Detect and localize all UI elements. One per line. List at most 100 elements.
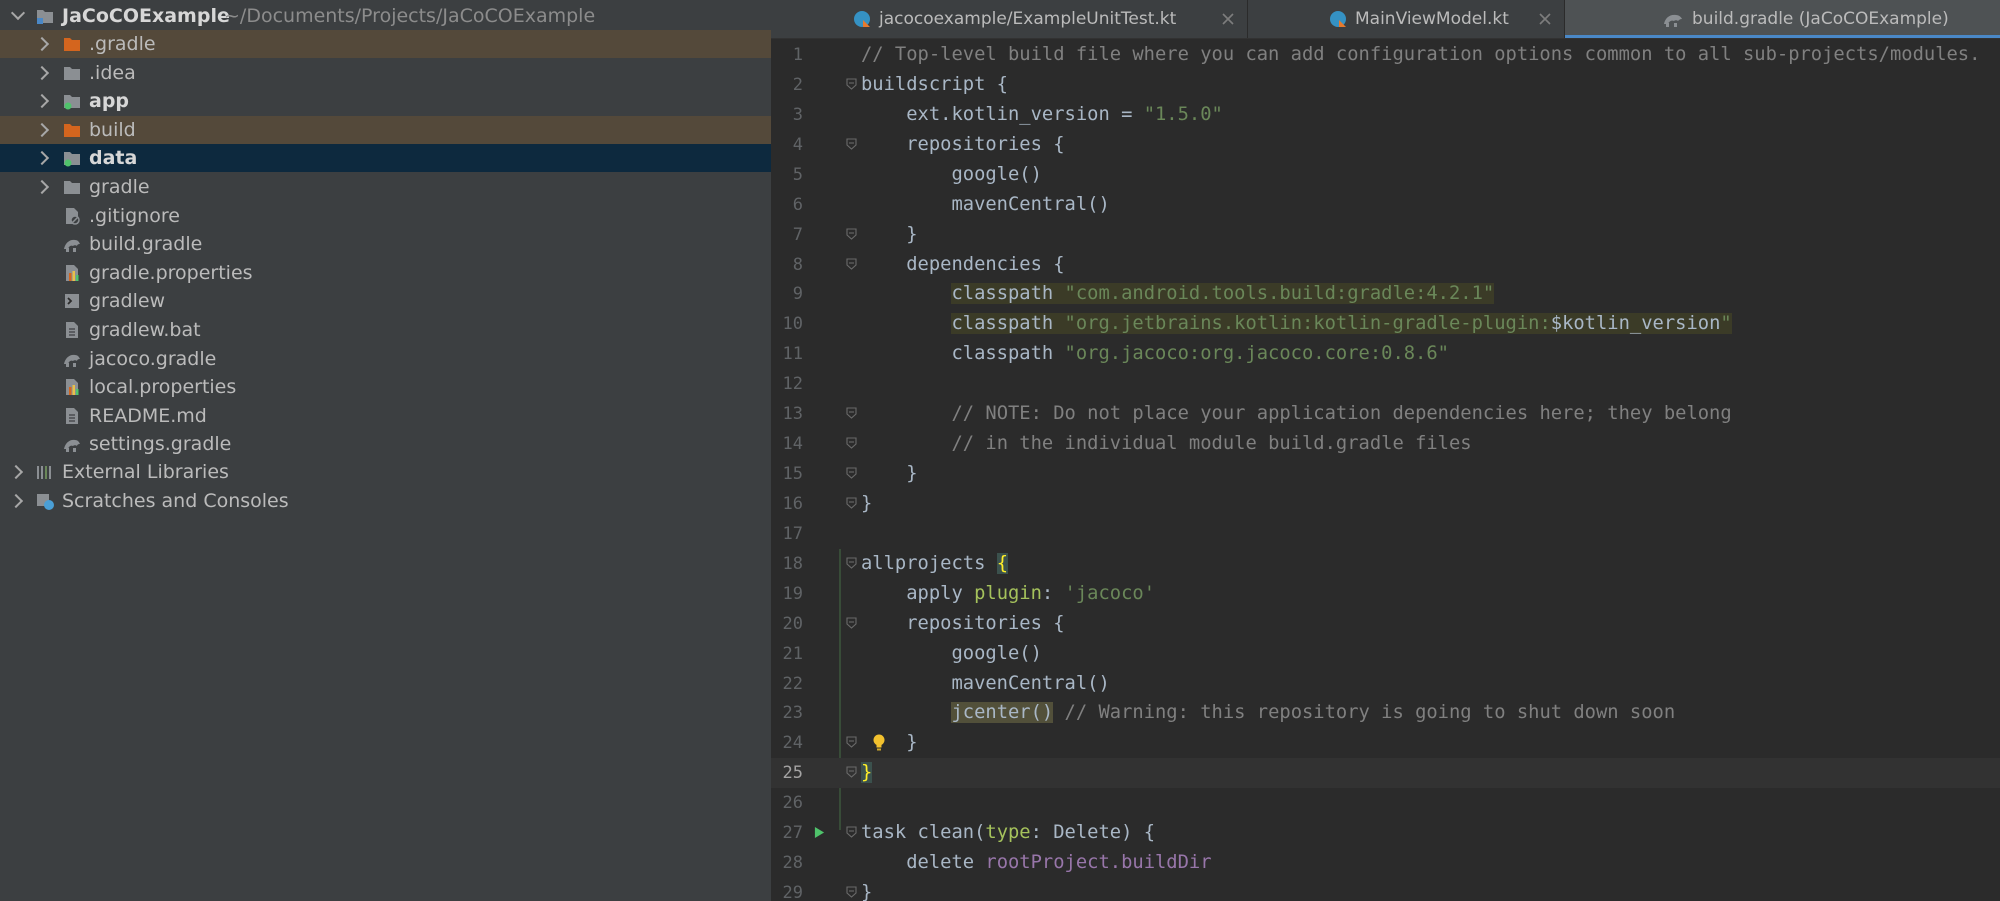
fold-marker-icon[interactable] bbox=[846, 886, 857, 898]
line-number[interactable]: 4 bbox=[771, 130, 803, 160]
line-number[interactable]: 24 bbox=[771, 728, 803, 758]
fold-marker-icon[interactable] bbox=[846, 467, 857, 479]
code-line[interactable]: 20 repositories { bbox=[771, 609, 2000, 639]
tree-item[interactable]: data bbox=[0, 144, 771, 173]
code-line[interactable]: 22 mavenCentral() bbox=[771, 669, 2000, 699]
code-line[interactable]: 15 } bbox=[771, 459, 2000, 489]
line-number[interactable]: 6 bbox=[771, 190, 803, 220]
tree-external-libraries[interactable]: External Libraries bbox=[0, 458, 771, 486]
chevron-right-icon[interactable] bbox=[34, 179, 50, 195]
tree-item[interactable]: gradle.properties bbox=[0, 259, 771, 287]
tree-item[interactable]: .gradle bbox=[0, 30, 771, 58]
code-line[interactable]: 10 classpath "org.jetbrains.kotlin:kotli… bbox=[771, 309, 2000, 339]
line-number[interactable]: 5 bbox=[771, 160, 803, 190]
fold-marker-icon[interactable] bbox=[846, 766, 857, 779]
line-number[interactable]: 26 bbox=[771, 788, 803, 818]
chevron-right-icon[interactable] bbox=[34, 94, 50, 109]
fold-marker-icon[interactable] bbox=[846, 736, 857, 749]
tree-item[interactable]: .idea bbox=[0, 59, 771, 87]
line-number[interactable]: 28 bbox=[771, 848, 803, 878]
tab-mainviewmodel[interactable]: MainViewModel.kt bbox=[1248, 0, 1564, 38]
code-line[interactable]: 6 mavenCentral() bbox=[771, 190, 2000, 220]
line-number[interactable]: 1 bbox=[771, 40, 803, 70]
code-line[interactable]: 25} bbox=[771, 758, 2000, 789]
fold-marker-icon[interactable] bbox=[846, 407, 857, 419]
code-line[interactable]: 14 // in the individual module build.gra… bbox=[771, 429, 2000, 459]
code-line[interactable]: 11 classpath "org.jacoco:org.jacoco.core… bbox=[771, 339, 2000, 369]
code-area[interactable]: 1 // Top-level build file where you can a… bbox=[771, 38, 2000, 901]
line-number[interactable]: 20 bbox=[771, 609, 803, 639]
tree-scratches[interactable]: Scratches and Consoles bbox=[0, 487, 771, 515]
line-number[interactable]: 15 bbox=[771, 459, 803, 489]
code-line[interactable]: 7 } bbox=[771, 220, 2000, 250]
chevron-right-icon[interactable] bbox=[34, 36, 50, 52]
line-number[interactable]: 11 bbox=[771, 339, 803, 369]
code-line[interactable]: 21 google() bbox=[771, 639, 2000, 669]
line-number[interactable]: 22 bbox=[771, 669, 803, 699]
tree-item[interactable]: settings.gradle bbox=[0, 430, 771, 458]
line-number[interactable]: 10 bbox=[771, 309, 803, 339]
code-line[interactable]: 8 dependencies { bbox=[771, 250, 2000, 280]
tab-exampleunittest[interactable]: jacocoexample/ExampleUnitTest.kt bbox=[771, 0, 1247, 38]
fold-marker-icon[interactable] bbox=[846, 557, 857, 569]
line-number[interactable]: 8 bbox=[771, 250, 803, 280]
code-line[interactable]: 3 ext.kotlin_version = "1.5.0" bbox=[771, 100, 2000, 130]
tree-root-row[interactable]: JaCoCOExample ~/Documents/Projects/JaCoC… bbox=[0, 2, 771, 30]
code-line[interactable]: 17 bbox=[771, 519, 2000, 549]
code-line[interactable]: 24 } bbox=[771, 728, 2000, 758]
code-line[interactable]: 13 // NOTE: Do not place your applicatio… bbox=[771, 399, 2000, 429]
line-number[interactable]: 29 bbox=[771, 878, 803, 901]
code-line[interactable]: 9 classpath "com.android.tools.build:gra… bbox=[771, 279, 2000, 309]
line-number[interactable]: 16 bbox=[771, 489, 803, 519]
tree-item[interactable]: gradlew.bat bbox=[0, 316, 771, 344]
fold-marker-icon[interactable] bbox=[846, 78, 857, 90]
tab-build-gradle[interactable]: build.gradle (JaCoCOExample) bbox=[1565, 0, 2000, 38]
code-line[interactable]: 26 bbox=[771, 788, 2000, 818]
line-number[interactable]: 3 bbox=[771, 100, 803, 130]
project-tree[interactable]: JaCoCOExample ~/Documents/Projects/JaCoC… bbox=[0, 0, 771, 901]
chevron-down-icon[interactable] bbox=[10, 5, 26, 21]
fold-marker-icon[interactable] bbox=[846, 617, 857, 629]
tree-item[interactable]: gradle bbox=[0, 173, 771, 201]
line-number[interactable]: 19 bbox=[771, 579, 803, 609]
tree-item[interactable]: local.properties bbox=[0, 373, 771, 401]
tree-item[interactable]: build.gradle bbox=[0, 230, 771, 258]
code-line[interactable]: 12 bbox=[771, 369, 2000, 399]
code-line[interactable]: 5 google() bbox=[771, 160, 2000, 190]
tree-item[interactable]: gradlew bbox=[0, 287, 771, 315]
chevron-right-icon[interactable] bbox=[8, 493, 24, 509]
code-line[interactable]: 4 repositories { bbox=[771, 130, 2000, 160]
line-number[interactable]: 25 bbox=[771, 758, 803, 788]
code-line[interactable]: 16} bbox=[771, 489, 2000, 519]
code-line[interactable]: 1 // Top-level build file where you can a… bbox=[771, 40, 2000, 70]
fold-marker-icon[interactable] bbox=[846, 826, 857, 838]
line-number[interactable]: 27 bbox=[771, 818, 803, 848]
chevron-right-icon[interactable] bbox=[34, 122, 50, 137]
line-number[interactable]: 18 bbox=[771, 549, 803, 579]
code-line[interactable]: 29} bbox=[771, 878, 2000, 901]
line-number[interactable]: 17 bbox=[771, 519, 803, 549]
tree-item[interactable]: build bbox=[0, 115, 771, 144]
code-line[interactable]: 23 jcenter() // Warning: this repository… bbox=[771, 698, 2000, 728]
line-number[interactable]: 21 bbox=[771, 639, 803, 669]
chevron-right-icon[interactable] bbox=[8, 464, 24, 480]
tree-item[interactable]: README.md bbox=[0, 402, 771, 430]
line-number[interactable]: 9 bbox=[771, 279, 803, 309]
code-line[interactable]: 27 task clean(type: Delete) { bbox=[771, 818, 2000, 848]
code-line[interactable]: 2 buildscript { bbox=[771, 70, 2000, 100]
line-number[interactable]: 7 bbox=[771, 220, 803, 250]
line-number[interactable]: 14 bbox=[771, 429, 803, 459]
code-line[interactable]: 28 delete rootProject.buildDir bbox=[771, 848, 2000, 878]
tree-item[interactable]: jacoco.gradle bbox=[0, 345, 771, 373]
code-line[interactable]: 18 allprojects { bbox=[771, 549, 2000, 579]
line-number[interactable]: 2 bbox=[771, 70, 803, 100]
line-number[interactable]: 23 bbox=[771, 698, 803, 728]
code-line[interactable]: 19 apply plugin: 'jacoco' bbox=[771, 579, 2000, 609]
fold-marker-icon[interactable] bbox=[846, 497, 857, 509]
tree-item[interactable]: .gitignore bbox=[0, 202, 771, 230]
chevron-right-icon[interactable] bbox=[34, 151, 50, 166]
close-icon[interactable] bbox=[1222, 13, 1234, 25]
line-number[interactable]: 13 bbox=[771, 399, 803, 429]
run-icon[interactable] bbox=[814, 826, 825, 839]
fold-marker-icon[interactable] bbox=[846, 228, 857, 240]
